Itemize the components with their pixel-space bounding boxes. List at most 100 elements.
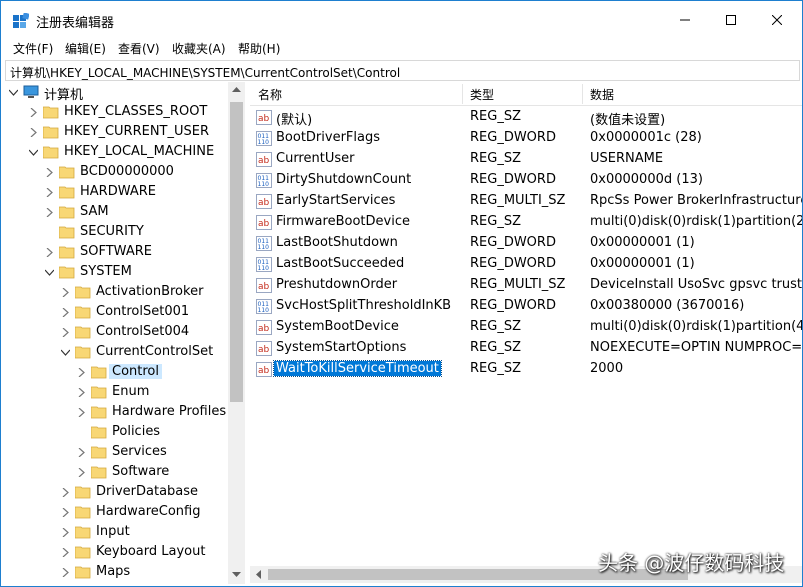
menu-favorites[interactable]: 收藏夹(A) — [172, 40, 226, 57]
value-row[interactable]: 011 110 LastBootSucceeded REG_DWORD 0x000000… — [250, 254, 802, 275]
tree-item[interactable]: Keyboard Layout — [5, 542, 231, 562]
value-row[interactable]: ab FirmwareBootDevice REG_SZ multi(0)disk(0… — [250, 212, 802, 233]
chevron-right-icon[interactable] — [61, 288, 70, 297]
chevron-right-icon[interactable] — [45, 248, 54, 257]
key-tree: 计算机 HKEY_CLASSES_ROOT HKEY_CURRENT_USER HKE… — [5, 82, 245, 584]
chevron-right-icon[interactable] — [29, 128, 38, 137]
chevron-right-icon[interactable] — [61, 508, 70, 517]
chevron-right-icon[interactable] — [77, 368, 86, 377]
tree-item[interactable]: Enum — [5, 382, 231, 402]
tree-item[interactable]: Control — [5, 362, 231, 382]
address-bar[interactable]: 计算机\HKEY_LOCAL_MACHINE\SYSTEM\CurrentCon… — [5, 60, 800, 81]
chevron-right-icon[interactable] — [77, 448, 86, 457]
svg-text:ab: ab — [258, 282, 270, 292]
minimize-button[interactable] — [662, 1, 708, 39]
tree-item[interactable]: Software — [5, 462, 231, 482]
tree-item-label: ControlSet004 — [96, 324, 190, 339]
tree-item[interactable]: SAM — [5, 202, 231, 222]
svg-text:ab: ab — [258, 198, 270, 208]
menu-edit[interactable]: 编辑(E) — [65, 40, 106, 57]
tree-item-label: HKEY_CURRENT_USER — [64, 124, 210, 139]
chevron-right-icon[interactable] — [45, 168, 54, 177]
chevron-right-icon[interactable] — [77, 468, 86, 477]
tree-item[interactable]: ActivationBroker — [5, 282, 231, 302]
tree-item[interactable]: HKEY_CURRENT_USER — [5, 122, 231, 142]
value-row[interactable]: ab EarlyStartServices REG_MULTI_SZ RpcSs Po… — [250, 191, 802, 212]
binary-value-icon: 011110 — [256, 236, 272, 251]
chevron-right-icon[interactable] — [61, 308, 70, 317]
value-row[interactable]: 011 110 SvcHostSplitThresholdInKB REG_DWORD… — [250, 296, 802, 317]
tree-item[interactable]: Maps — [5, 562, 231, 582]
tree-item[interactable]: SYSTEM — [5, 262, 231, 282]
value-row[interactable]: ab (默认) REG_SZ (数值未设置) — [250, 107, 802, 128]
tree-item[interactable]: HKEY_CLASSES_ROOT — [5, 102, 231, 122]
folder-icon — [59, 266, 75, 279]
value-row[interactable]: 011 110 LastBootShutdown REG_DWORD 0x0000000… — [250, 233, 802, 254]
tree-item[interactable]: ControlSet001 — [5, 302, 231, 322]
chevron-down-icon[interactable] — [61, 348, 70, 357]
tree-item[interactable]: Hardware Profiles — [5, 402, 231, 422]
tree-item[interactable]: HardwareConfig — [5, 502, 231, 522]
tree-vertical-scrollbar[interactable] — [228, 82, 245, 584]
value-type: REG_MULTI_SZ — [470, 193, 566, 208]
tree-item[interactable]: DriverDatabase — [5, 482, 231, 502]
string-value-icon: ab — [256, 194, 272, 209]
value-row[interactable]: ab PreshutdownOrder REG_MULTI_SZ DeviceInst… — [250, 275, 802, 296]
title-bar[interactable]: 注册表编辑器 — [1, 1, 802, 39]
svg-text:ab: ab — [258, 366, 270, 376]
folder-icon — [43, 146, 59, 159]
tree-item-label: 计算机 — [44, 88, 84, 103]
string-value-icon: ab — [256, 320, 272, 335]
tree-item[interactable]: Input — [5, 522, 231, 542]
column-name[interactable]: 名称 — [258, 86, 282, 103]
chevron-right-icon[interactable] — [61, 328, 70, 337]
value-name: EarlyStartServices — [276, 193, 396, 208]
chevron-right-icon[interactable] — [77, 408, 86, 417]
tree-item[interactable]: HARDWARE — [5, 182, 231, 202]
value-row[interactable]: 011 110 DirtyShutdownCount REG_DWORD 0x00000… — [250, 170, 802, 191]
chevron-right-icon[interactable] — [61, 528, 70, 537]
value-row[interactable]: ab SystemStartOptions REG_SZ NOEXECUTE=OPT… — [250, 338, 802, 359]
menu-bar: 文件(F) 编辑(E) 查看(V) 收藏夹(A) 帮助(H) — [1, 39, 802, 59]
tree-item[interactable]: SECURITY — [5, 222, 231, 242]
tree-scroll-thumb[interactable] — [230, 102, 243, 402]
value-name: SystemStartOptions — [276, 340, 407, 355]
chevron-right-icon[interactable] — [77, 388, 86, 397]
chevron-down-icon[interactable] — [9, 88, 18, 97]
value-row[interactable]: ab SystemBootDevice REG_SZ multi(0)disk(0)r… — [250, 317, 802, 338]
menu-help[interactable]: 帮助(H) — [238, 40, 280, 57]
string-value-icon: ab — [256, 110, 272, 125]
menu-view[interactable]: 查看(V) — [118, 40, 160, 57]
value-row[interactable]: ab CurrentUser REG_SZ USERNAME — [250, 149, 802, 170]
menu-file[interactable]: 文件(F) — [13, 40, 53, 57]
tree-item[interactable]: Services — [5, 442, 231, 462]
svg-text:ab: ab — [258, 345, 270, 355]
chevron-down-icon[interactable] — [45, 268, 54, 277]
maximize-button[interactable] — [708, 1, 754, 39]
chevron-right-icon[interactable] — [45, 188, 54, 197]
chevron-right-icon[interactable] — [29, 108, 38, 117]
close-button[interactable] — [754, 1, 800, 39]
chevron-right-icon[interactable] — [61, 488, 70, 497]
column-separator[interactable] — [462, 84, 463, 104]
column-separator[interactable] — [582, 84, 583, 104]
chevron-right-icon[interactable] — [61, 548, 70, 557]
chevron-right-icon[interactable] — [61, 568, 70, 577]
tree-item[interactable]: BCD00000000 — [5, 162, 231, 182]
value-row[interactable]: ab WaitToKillServiceTimeout REG_SZ 2000 — [250, 359, 802, 380]
column-data[interactable]: 数据 — [590, 86, 614, 103]
value-row[interactable]: 011 110 BootDriverFlags REG_DWORD 0x0000001c… — [250, 128, 802, 149]
tree-item[interactable]: SOFTWARE — [5, 242, 231, 262]
tree-item[interactable]: Policies — [5, 422, 231, 442]
tree-item-label: Enum — [112, 384, 150, 399]
tree-item[interactable]: HKEY_LOCAL_MACHINE — [5, 142, 231, 162]
string-value-icon: ab — [256, 215, 272, 230]
tree-item-label: Keyboard Layout — [96, 544, 206, 559]
chevron-right-icon[interactable] — [45, 208, 54, 217]
column-type[interactable]: 类型 — [470, 86, 494, 103]
chevron-down-icon[interactable] — [29, 148, 38, 157]
tree-item-label: Software — [112, 464, 170, 479]
tree-item[interactable]: ControlSet004 — [5, 322, 231, 342]
tree-item[interactable]: CurrentControlSet — [5, 342, 231, 362]
tree-item[interactable]: 计算机 — [5, 82, 231, 103]
